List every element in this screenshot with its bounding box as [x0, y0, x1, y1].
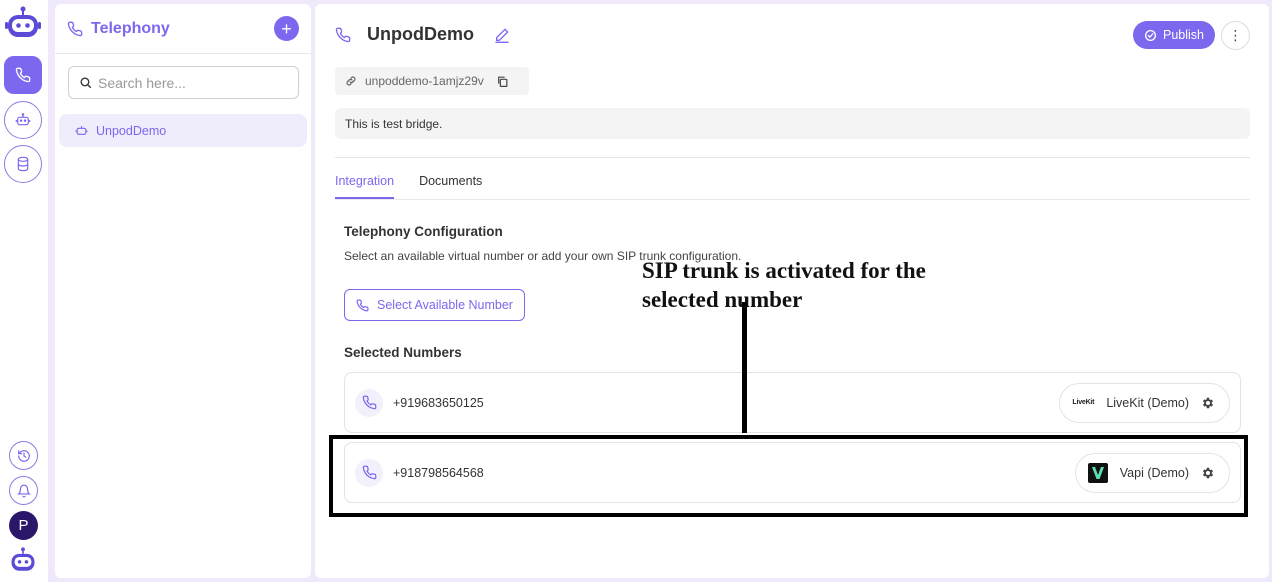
robot-icon [15, 113, 31, 126]
phone-icon [356, 298, 369, 311]
robot-logo-bottom-icon [11, 547, 35, 571]
phone-icon [15, 67, 31, 83]
sidebar-header: Telephony + [55, 4, 311, 54]
annotation-line [742, 302, 747, 433]
link-icon [346, 76, 356, 86]
check-circle-icon [1144, 29, 1157, 41]
section-title: Telephony Configuration [344, 224, 503, 239]
robot-logo-icon[interactable] [5, 6, 41, 40]
left-rail: P [0, 0, 48, 582]
annotation-highlight-box [329, 435, 1248, 517]
phone-badge [355, 388, 383, 417]
divider [335, 157, 1250, 158]
search-box [68, 66, 299, 99]
gear-icon[interactable] [1201, 396, 1215, 410]
tab-bar: Integration Documents [335, 174, 507, 199]
search-icon [80, 77, 92, 89]
history-button[interactable] [9, 441, 38, 470]
phone-icon [362, 395, 376, 410]
database-nav-button[interactable] [4, 145, 42, 183]
select-number-button[interactable]: Select Available Number [344, 289, 525, 321]
selected-numbers-title: Selected Numbers [344, 345, 462, 360]
sidebar-item-label: UnpodDemo [96, 123, 167, 138]
robot-icon [75, 126, 88, 135]
annotation-callout: SIP trunk is activated for the selected … [642, 258, 926, 312]
publish-button[interactable]: Publish [1133, 21, 1215, 49]
copy-icon[interactable] [496, 75, 509, 88]
agents-nav-button[interactable] [4, 101, 42, 139]
select-number-label: Select Available Number [377, 298, 513, 312]
tab-integration[interactable]: Integration [335, 174, 395, 199]
notifications-button[interactable] [9, 476, 38, 505]
bell-icon [16, 484, 31, 497]
user-avatar[interactable]: P [9, 511, 38, 540]
edit-icon[interactable] [494, 27, 510, 43]
tab-documents[interactable]: Documents [419, 174, 482, 199]
provider-chip[interactable]: LiveKit LiveKit (Demo) [1059, 382, 1230, 423]
phone-number: +919683650125 [393, 395, 484, 410]
tab-divider [335, 199, 1250, 200]
livekit-logo: LiveKit [1072, 399, 1095, 406]
provider-name: LiveKit (Demo) [1106, 395, 1189, 410]
history-icon [17, 449, 30, 462]
more-options-button[interactable]: ⋮ [1221, 21, 1250, 50]
add-button[interactable]: + [274, 16, 299, 41]
phone-icon [67, 21, 83, 36]
slug-field: unpoddemo-1amjz29v [335, 67, 529, 95]
publish-label: Publish [1163, 28, 1204, 42]
title-row: UnpodDemo [335, 24, 510, 45]
telephony-nav-button[interactable] [4, 56, 42, 94]
sidebar-item-unpoddemo[interactable]: UnpodDemo [59, 114, 307, 147]
telephony-sidebar: Telephony + UnpodDemo [55, 4, 311, 578]
search-input[interactable] [98, 74, 278, 91]
slug-text: unpoddemo-1amjz29v [365, 74, 484, 88]
page-title: UnpodDemo [367, 24, 474, 44]
description-field[interactable]: This is test bridge. [335, 108, 1250, 139]
database-icon [17, 156, 29, 172]
phone-icon [335, 27, 351, 42]
number-row[interactable]: +919683650125 LiveKit LiveKit (Demo) [344, 372, 1241, 433]
sidebar-title: Telephony [91, 19, 170, 37]
